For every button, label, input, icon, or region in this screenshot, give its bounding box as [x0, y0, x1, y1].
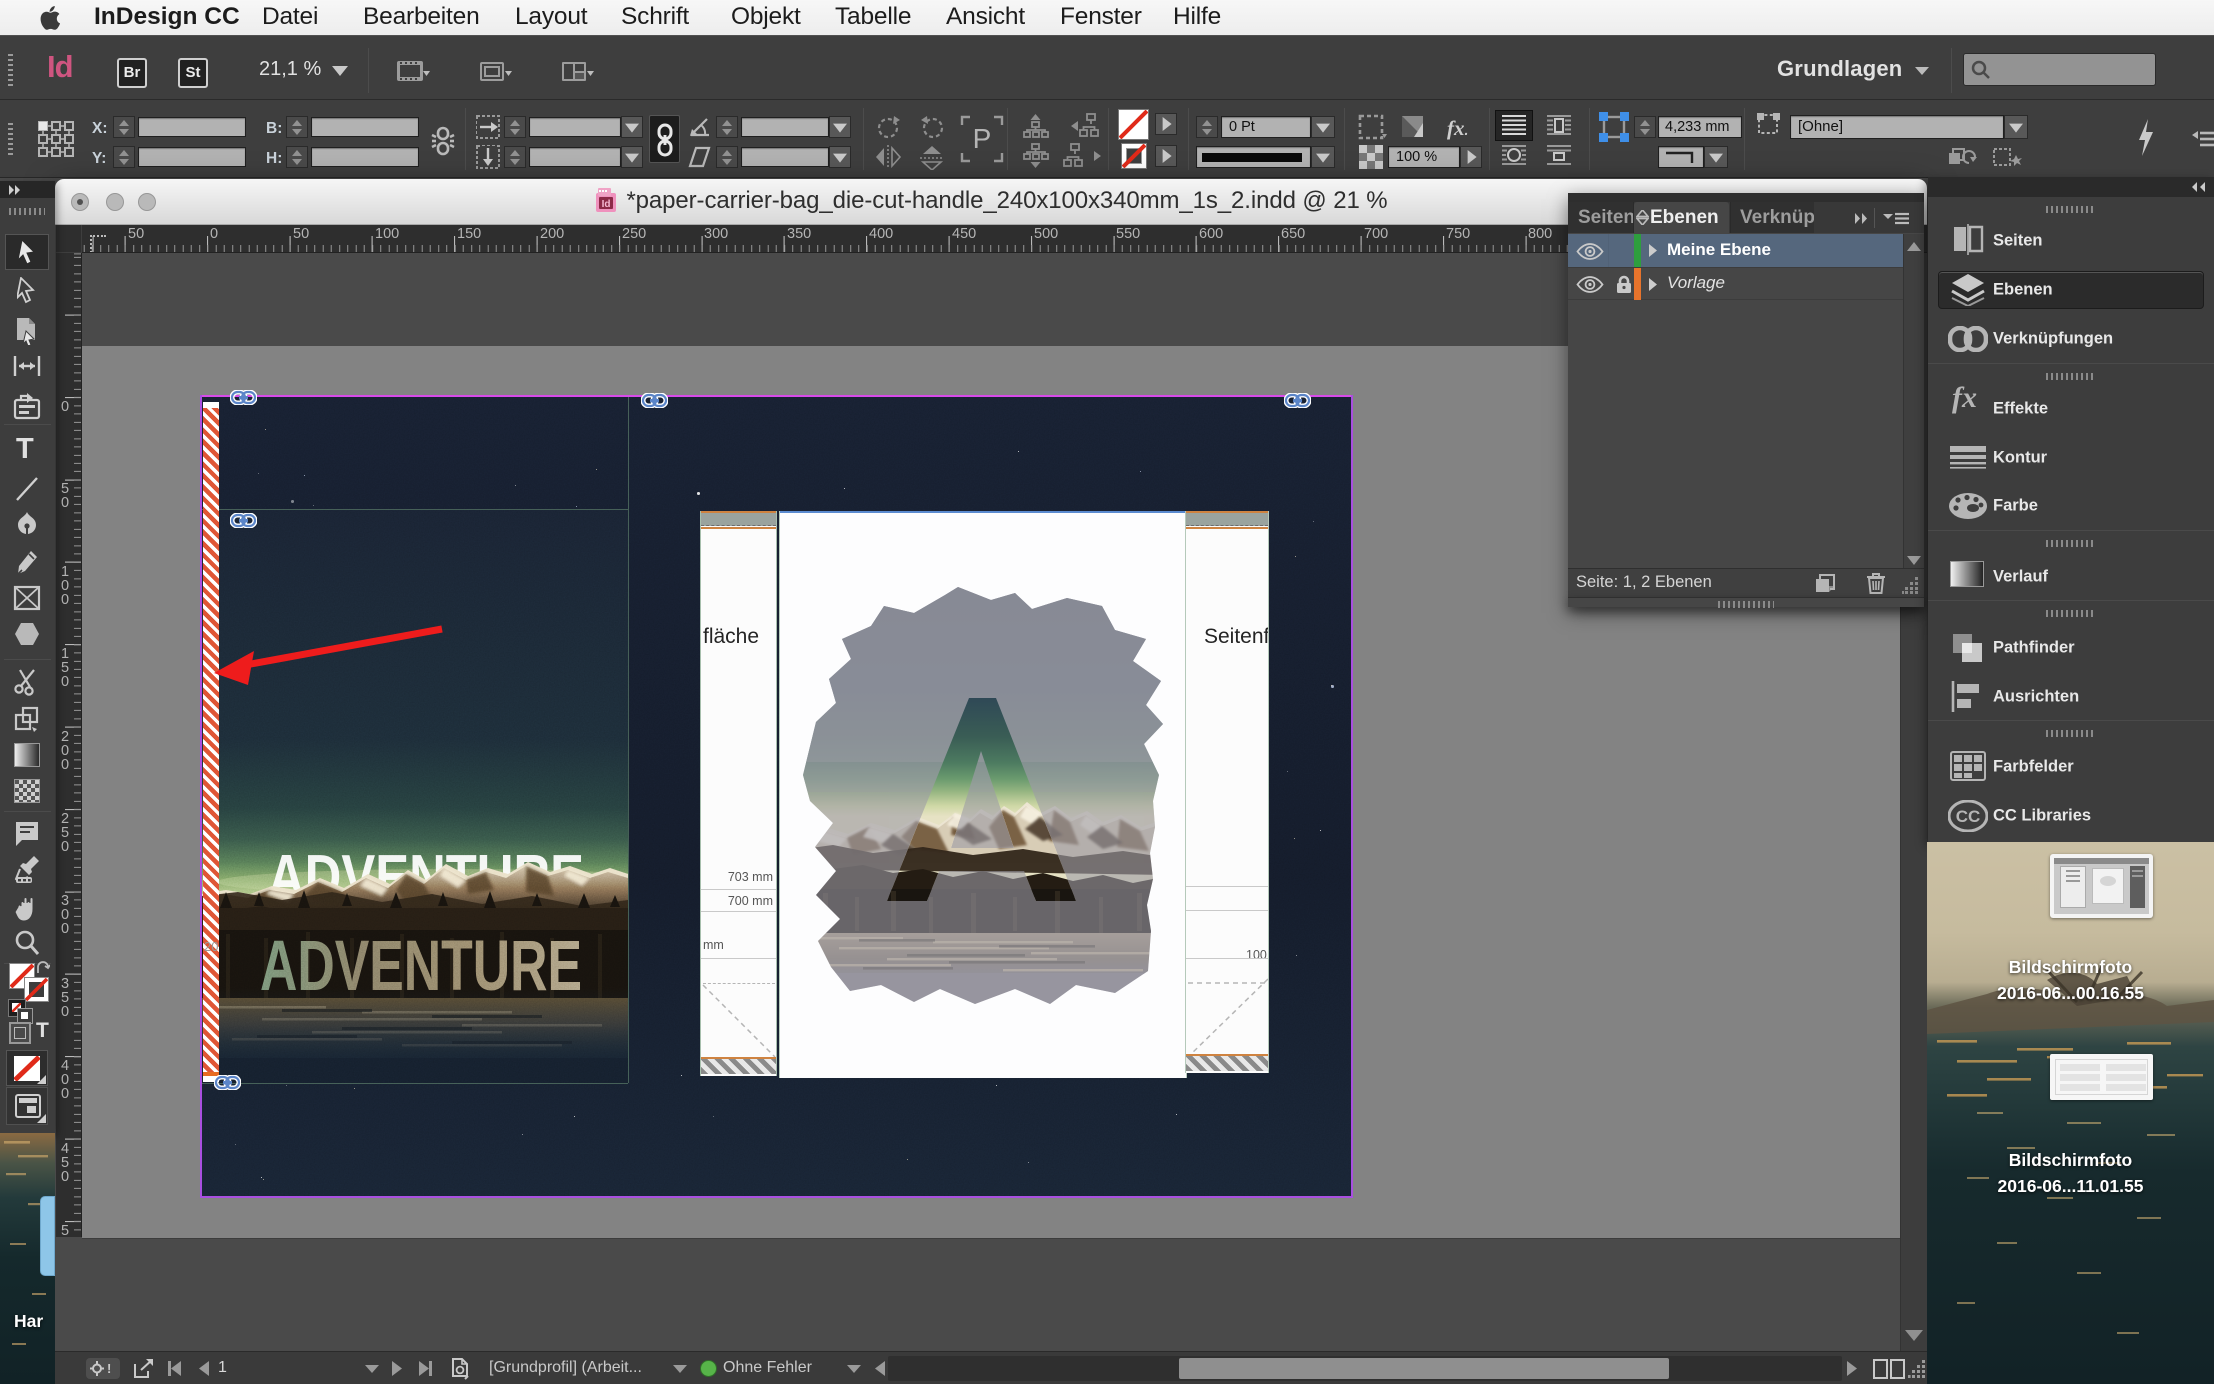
svg-text:CC: CC: [1956, 807, 1981, 826]
svg-text:!: !: [107, 1361, 111, 1376]
svg-text:P: P: [973, 123, 992, 154]
svg-text:Id: Id: [602, 199, 611, 210]
